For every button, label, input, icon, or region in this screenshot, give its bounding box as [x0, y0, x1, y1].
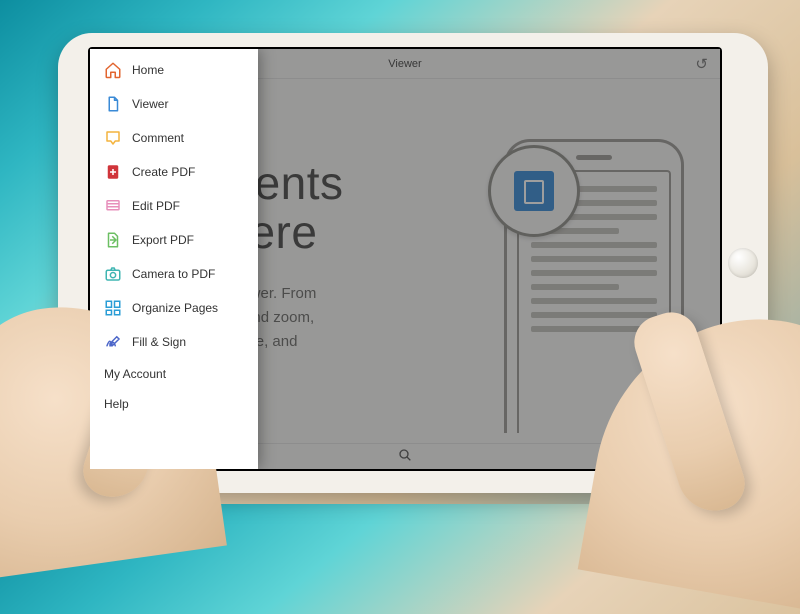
sidemenu-item-fillsign[interactable]: Fill & Sign: [90, 325, 258, 359]
export-icon: [104, 231, 122, 249]
sidemenu-item-organize[interactable]: Organize Pages: [90, 291, 258, 325]
sidemenu-item-home[interactable]: Home: [90, 53, 258, 87]
sidemenu-label: Home: [132, 63, 164, 77]
sidemenu-label: Create PDF: [132, 165, 195, 179]
sidemenu-label: Help: [104, 397, 129, 411]
sidemenu-item-help[interactable]: Help: [90, 389, 258, 419]
organize-icon: [104, 299, 122, 317]
comment-icon: [104, 129, 122, 147]
home-icon: [104, 61, 122, 79]
right-thumb: [627, 305, 751, 520]
sidemenu-item-export[interactable]: Export PDF: [90, 223, 258, 257]
edit-icon: [104, 197, 122, 215]
sidemenu-label: My Account: [104, 367, 166, 381]
sidemenu-label: Export PDF: [132, 233, 194, 247]
sidemenu-item-create[interactable]: Create PDF: [90, 155, 258, 189]
sidemenu-label: Fill & Sign: [132, 335, 186, 349]
tablet-home-button: [728, 248, 758, 278]
sidemenu-item-viewer[interactable]: Viewer: [90, 87, 258, 121]
create-icon: [104, 163, 122, 181]
document-icon: [104, 95, 122, 113]
sidemenu-label: Edit PDF: [132, 199, 180, 213]
side-menu: Home Viewer Comment: [90, 49, 258, 469]
sidemenu-item-camera[interactable]: Camera to PDF: [90, 257, 258, 291]
sidemenu-item-comment[interactable]: Comment: [90, 121, 258, 155]
sidemenu-item-edit[interactable]: Edit PDF: [90, 189, 258, 223]
sidemenu-item-account[interactable]: My Account: [90, 359, 258, 389]
sidemenu-label: Organize Pages: [132, 301, 218, 315]
sidemenu-label: Viewer: [132, 97, 168, 111]
sign-icon: [104, 333, 122, 351]
sidemenu-label: Camera to PDF: [132, 267, 215, 281]
sidemenu-label: Comment: [132, 131, 184, 145]
camera-icon: [104, 265, 122, 283]
